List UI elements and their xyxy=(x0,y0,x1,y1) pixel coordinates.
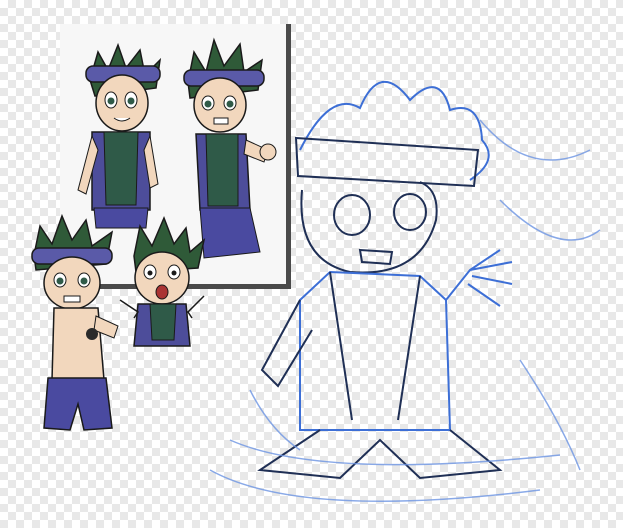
character-shirtless xyxy=(31,213,119,431)
artwork-canvas xyxy=(0,0,623,528)
artwork-svg xyxy=(31,37,601,502)
character-punching xyxy=(183,37,277,259)
character-shocked xyxy=(119,216,206,347)
character-standing-left xyxy=(77,42,162,229)
